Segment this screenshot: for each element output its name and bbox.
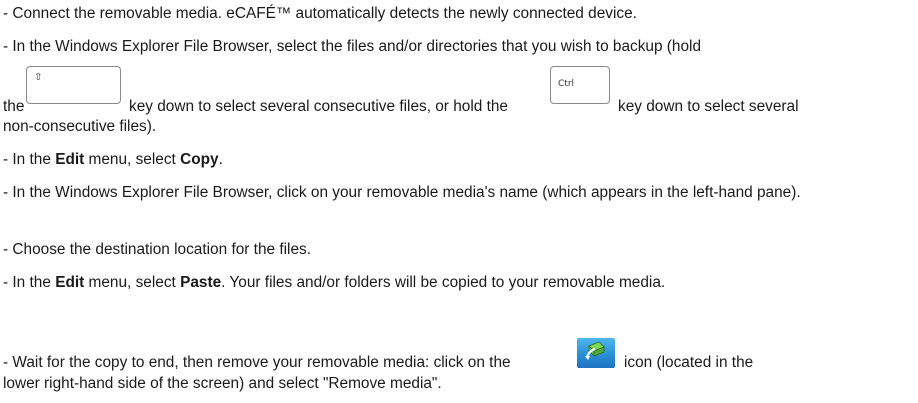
remove-media-tray-icon — [577, 338, 615, 368]
step-paste: - In the Edit menu, select Paste. Your f… — [3, 271, 909, 295]
edit-menu-name: Edit — [55, 151, 85, 168]
step-paste-mid: menu, select — [84, 274, 181, 291]
shift-key-icon: ⇧ — [26, 66, 121, 104]
step-remove-media-line2-text: lower right-hand side of the screen) and… — [3, 375, 442, 392]
step-copy-mid: menu, select — [84, 151, 181, 168]
step-select-media: - In the Windows Explorer File Browser, … — [3, 181, 909, 205]
edit-menu-name-2: Edit — [55, 274, 85, 291]
ctrl-key-glyph: Ctrl — [558, 79, 575, 89]
step-copy-pre: - In the — [3, 151, 56, 168]
step-paste-pre: - In the — [3, 274, 56, 291]
step-choose-destination-text: - Choose the destination location for th… — [3, 241, 311, 258]
step-select-media-text: - In the Windows Explorer File Browser, … — [3, 184, 801, 201]
shift-key-glyph: ⇧ — [34, 72, 43, 83]
ctrl-key-icon: Ctrl — [550, 66, 610, 104]
paste-command-name: Paste — [180, 274, 222, 291]
step-select-files-line3-text: non-consecutive files). — [3, 118, 157, 135]
step-paste-post: . Your files and/or folders will be copi… — [221, 274, 666, 291]
step-select-files-text: - In the Windows Explorer File Browser, … — [3, 38, 702, 55]
step-choose-destination: - Choose the destination location for th… — [3, 238, 909, 262]
step-copy-post: . — [218, 151, 223, 168]
step-connect-media-text: - Connect the removable media. eCAFÉ™ au… — [3, 5, 637, 22]
step-copy: - In the Edit menu, select Copy. — [3, 148, 909, 172]
step-connect-media: - Connect the removable media. eCAFÉ™ au… — [3, 2, 909, 26]
step-select-files: - In the Windows Explorer File Browser, … — [3, 35, 909, 59]
copy-command-name: Copy — [180, 151, 219, 168]
step-select-files-line3: non-consecutive files). — [3, 115, 909, 139]
remove-media-icon-graphic — [585, 341, 605, 360]
step-remove-media-line2: lower right-hand side of the screen) and… — [3, 372, 909, 396]
